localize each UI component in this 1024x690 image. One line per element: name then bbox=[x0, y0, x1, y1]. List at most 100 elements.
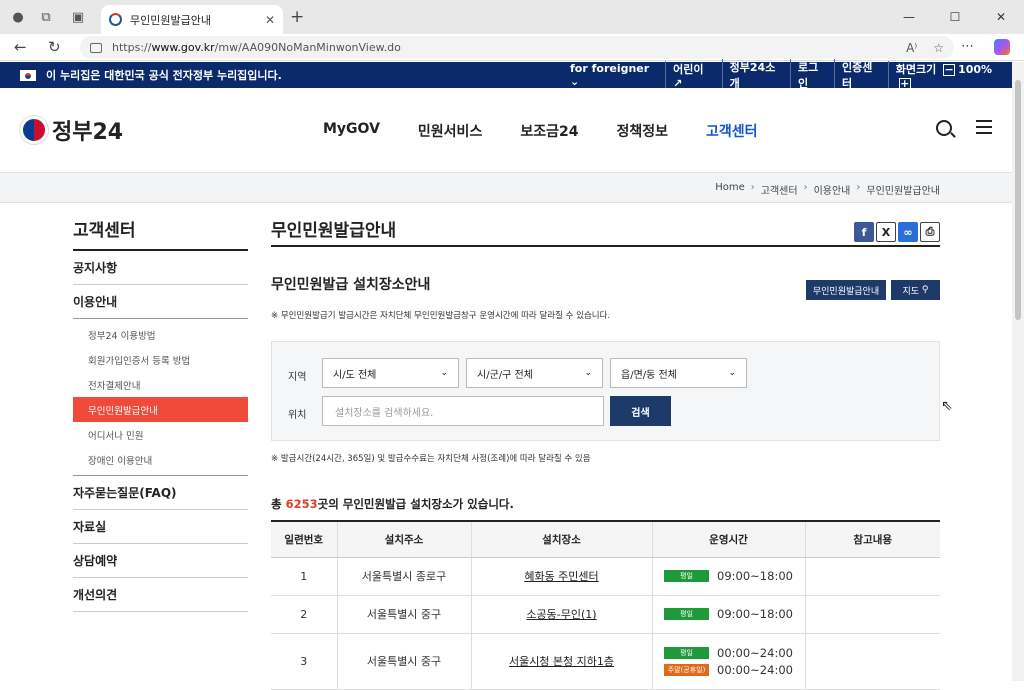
browser-tab[interactable]: 무인민원발급안내 ✕ bbox=[101, 5, 283, 34]
sidebar-title: 고객센터 bbox=[73, 216, 248, 251]
nav-policy[interactable]: 정책정보 bbox=[616, 121, 668, 141]
browser-tab-bar: ● ⧉ ▣ 무인민원발급안내 ✕ + — ☐ ✕ bbox=[0, 0, 1024, 34]
link-foreigner[interactable]: for foreigner ⌄ bbox=[563, 62, 665, 88]
facebook-icon[interactable]: f bbox=[854, 222, 874, 242]
search-button[interactable]: 검색 bbox=[610, 396, 671, 426]
sub-item-anywhere[interactable]: 어디서나 민원 bbox=[73, 422, 248, 447]
breadcrumb-bar: Home › 고객센터 › 이용안내 › 무인민원발급안내 bbox=[0, 172, 1012, 203]
more-menu-icon[interactable]: ⋯ bbox=[961, 39, 974, 55]
sidebar-item-library[interactable]: 자료실 bbox=[73, 510, 248, 544]
new-tab-icon[interactable]: + bbox=[290, 7, 304, 27]
sigungu-value: 시/군/구 전체 bbox=[477, 369, 533, 381]
sub-item-howto[interactable]: 정부24 이용방법 bbox=[73, 322, 248, 347]
place-link[interactable]: 혜화동 주민센터 bbox=[524, 570, 598, 583]
profile-icon[interactable]: ● bbox=[6, 5, 30, 29]
weekday-badge: 평일 bbox=[664, 608, 710, 620]
site-logo[interactable]: 정부24 bbox=[20, 114, 123, 146]
reload-icon[interactable]: ↻ bbox=[48, 38, 61, 56]
sub-item-payment[interactable]: 전자결제안내 bbox=[73, 372, 248, 397]
hours-text: 00:00~24:00 bbox=[717, 645, 793, 660]
menu-icon[interactable] bbox=[976, 120, 992, 134]
link-copy-icon[interactable]: ∞ bbox=[898, 222, 918, 242]
gov-banner: 이 누리집은 대한민국 공식 전자정부 누리집입니다. for foreigne… bbox=[0, 59, 1012, 91]
sidebar-item-guide[interactable]: 이용안내 bbox=[73, 285, 248, 319]
sidebar-item-faq[interactable]: 자주묻는질문(FAQ) bbox=[73, 476, 248, 510]
map-button[interactable]: 지도 ⚲ bbox=[891, 280, 940, 300]
cell-no: 2 bbox=[271, 595, 337, 634]
cell-hours: 평일 09:00~18:00 bbox=[651, 557, 805, 596]
nav-customer-center[interactable]: 고객센터 bbox=[706, 121, 758, 141]
workspaces-icon[interactable]: ⧉ bbox=[34, 5, 58, 29]
read-aloud-icon[interactable]: A⁾ bbox=[906, 41, 917, 55]
sub-item-accessibility[interactable]: 장애인 이용안내 bbox=[73, 447, 248, 472]
sub-item-kiosk[interactable]: 무인민원발급안내 bbox=[73, 397, 248, 422]
link-login[interactable]: 로그인 bbox=[790, 59, 834, 91]
favorite-star-icon[interactable]: ☆ bbox=[933, 41, 944, 55]
crumb-customer[interactable]: 고객센터 bbox=[761, 182, 798, 197]
eupmyeondong-select[interactable]: 읍/면/동 전체 ⌄ bbox=[610, 358, 747, 388]
close-tab-icon[interactable]: ✕ bbox=[265, 13, 275, 27]
gov-notice: 이 누리집은 대한민국 공식 전자정부 누리집입니다. bbox=[46, 69, 282, 82]
count-prefix: 총 bbox=[271, 497, 286, 511]
sigungu-select[interactable]: 시/군/구 전체 ⌄ bbox=[466, 358, 603, 388]
sidebar-item-feedback[interactable]: 개선의견 bbox=[73, 578, 248, 612]
nav-subsidy[interactable]: 보조금24 bbox=[520, 121, 578, 141]
sidebar: 고객센터 공지사항 이용안내 정부24 이용방법 회원가입인증서 등록 방법 전… bbox=[73, 216, 248, 612]
fee-note: ※ 발급시간(24시간, 365일) 및 발급수수료는 자치단체 사정(조례)에… bbox=[271, 454, 591, 464]
sido-value: 시/도 전체 bbox=[333, 369, 377, 381]
logo-text: 정부24 bbox=[52, 120, 124, 145]
cell-address: 서울특별시 종로구 bbox=[336, 557, 471, 596]
col-hours: 운영시간 bbox=[651, 520, 805, 558]
chevron-down-icon: ⌄ bbox=[440, 368, 448, 378]
sido-select[interactable]: 시/도 전체 ⌄ bbox=[322, 358, 459, 388]
zoom-label: 화면크기 bbox=[895, 62, 937, 76]
search-icon[interactable] bbox=[936, 120, 952, 136]
mouse-cursor-icon: ⇖ bbox=[941, 398, 953, 414]
url-field[interactable]: https://www.gov.kr/mw/AA090NoManMinwonVi… bbox=[80, 36, 954, 59]
maximize-icon[interactable]: ☐ bbox=[932, 0, 978, 34]
page-scrollbar[interactable] bbox=[1012, 62, 1024, 681]
url-path: /mw/AA090NoManMinwonView.do bbox=[214, 41, 401, 54]
lock-icon bbox=[90, 42, 102, 53]
hours-text: 09:00~18:00 bbox=[717, 607, 793, 621]
back-icon[interactable]: ← bbox=[14, 38, 27, 56]
tab-actions-icon[interactable]: ▣ bbox=[66, 5, 90, 29]
address-bar-row: ← ↻ https://www.gov.kr/mw/AA090NoManMinw… bbox=[0, 34, 1024, 61]
scrollbar-thumb[interactable] bbox=[1015, 80, 1021, 320]
print-icon[interactable]: ⎙ bbox=[920, 222, 940, 242]
sidebar-item-notice[interactable]: 공지사항 bbox=[73, 251, 248, 285]
kiosk-guide-button[interactable]: 무인민원발급안내 bbox=[806, 280, 886, 300]
main-content: 무인민원발급안내 f X ∞ ⎙ 무인민원발급 설치장소안내 무인민원발급안내 … bbox=[271, 216, 940, 690]
link-about[interactable]: 정부24소개 bbox=[721, 59, 790, 91]
region-label: 지역 bbox=[288, 372, 307, 383]
location-search-input[interactable]: 설치장소를 검색하세요. bbox=[322, 396, 604, 426]
nav-mygov[interactable]: MyGOV bbox=[323, 121, 380, 141]
search-filter-box: 지역 시/도 전체 ⌄ 시/군/구 전체 ⌄ 읍/면/동 전체 ⌄ 위치 설치장소를 … bbox=[271, 341, 940, 441]
crumb-home[interactable]: Home bbox=[715, 182, 745, 197]
korea-flag-icon bbox=[20, 69, 36, 81]
x-twitter-icon[interactable]: X bbox=[876, 222, 896, 242]
kiosk-table: 일련번호 설치주소 설치장소 운영시간 참고내용 1 서울특별시 종로구 혜화동… bbox=[271, 520, 940, 690]
crumb-guide[interactable]: 이용안내 bbox=[814, 182, 851, 197]
crumb-current: 무인민원발급안내 bbox=[866, 186, 940, 197]
result-count: 총 6253곳의 무인민원발급 설치장소가 있습니다. bbox=[271, 496, 514, 512]
sidebar-item-consult[interactable]: 상담예약 bbox=[73, 544, 248, 578]
map-button-label: 지도 bbox=[902, 286, 920, 297]
place-link[interactable]: 서울시청 본청 지하1층 bbox=[509, 655, 614, 668]
section-title: 무인민원발급 설치장소안내 bbox=[271, 277, 431, 293]
zoom-value: 100% bbox=[958, 62, 993, 76]
place-link[interactable]: 소공동-무인(1) bbox=[526, 608, 596, 621]
link-kids[interactable]: 어린이 ↗ bbox=[665, 60, 721, 90]
copilot-icon[interactable] bbox=[994, 39, 1010, 55]
sub-item-signup[interactable]: 회원가입인증서 등록 방법 bbox=[73, 347, 248, 372]
cell-address: 서울특별시 중구 bbox=[336, 595, 471, 634]
zoom-control: 화면크기 −100%+ bbox=[887, 60, 1012, 90]
minimize-icon[interactable]: — bbox=[886, 0, 932, 34]
zoom-out-button[interactable]: − bbox=[943, 63, 956, 76]
close-window-icon[interactable]: ✕ bbox=[978, 0, 1024, 34]
col-address: 설치주소 bbox=[336, 520, 471, 558]
nav-services[interactable]: 민원서비스 bbox=[418, 121, 482, 141]
link-cert[interactable]: 인증센터 bbox=[834, 59, 888, 91]
weekday-badge: 평일 bbox=[664, 646, 710, 659]
col-no: 일련번호 bbox=[271, 520, 337, 558]
